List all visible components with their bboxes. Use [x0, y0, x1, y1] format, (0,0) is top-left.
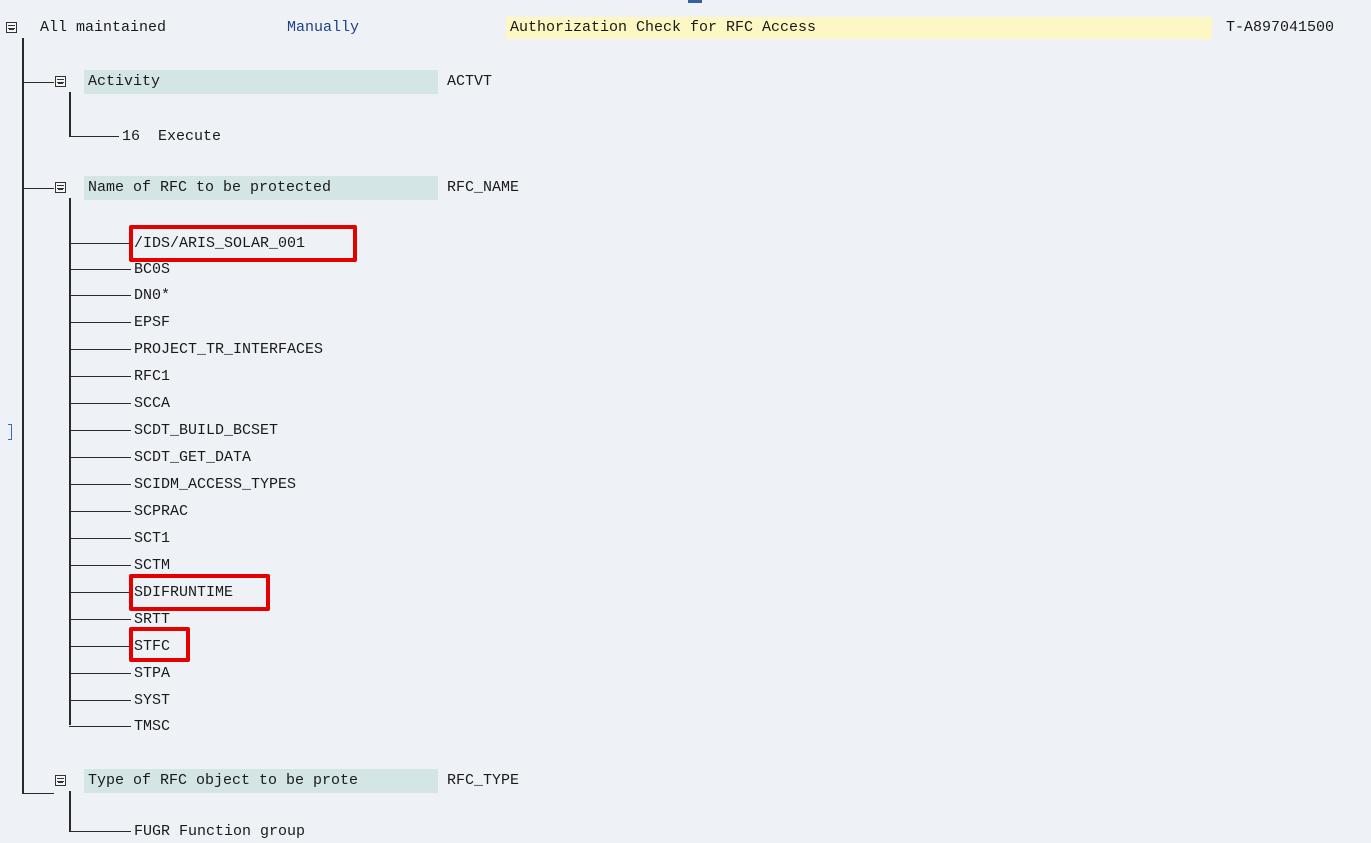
field-label-activity[interactable]: Activity [88, 72, 160, 92]
tree-branch-line [69, 136, 119, 137]
field-technical-actvt: ACTVT [447, 73, 493, 90]
list-item[interactable]: BC0S [134, 260, 170, 280]
tree-branch-line [69, 791, 71, 831]
list-item[interactable]: PROJECT_TR_INTERFACES [134, 340, 323, 360]
list-item[interactable]: SCPRAC [134, 502, 188, 522]
highlight-box-sdifruntime [129, 574, 270, 611]
tree-branch-line [69, 673, 131, 674]
collapse-toggle-icon[interactable] [55, 182, 66, 193]
list-item[interactable]: SYST [134, 691, 170, 711]
tree-branch-line [69, 619, 131, 620]
list-item[interactable]: EPSF [134, 313, 170, 333]
highlight-box-stfc [129, 627, 190, 662]
rfc-type-value[interactable]: FUGR Function group [134, 822, 305, 842]
side-bracket-marker [8, 424, 12, 440]
activity-value[interactable]: 16 Execute [122, 127, 221, 147]
collapse-toggle-icon[interactable] [55, 775, 66, 786]
tree-branch-line [69, 646, 131, 647]
tree-branch-line [69, 349, 131, 350]
list-item[interactable]: STPA [134, 664, 170, 684]
authorization-object-id: T-A897041500 [1226, 19, 1335, 36]
tree-branch-line [69, 243, 131, 244]
header-scroll-marker [688, 0, 702, 3]
tree-branch-line [22, 793, 54, 794]
tree-branch-line [69, 484, 131, 485]
tree-branch-line [69, 376, 131, 377]
tree-branch-line [69, 457, 131, 458]
list-item[interactable]: SCTM [134, 556, 170, 576]
list-item[interactable]: DN0* [134, 286, 170, 306]
tree-branch-line [22, 188, 54, 189]
field-technical-rfc-name: RFC_NAME [447, 179, 520, 196]
tree-branch-line [69, 92, 71, 136]
tree-branch-line [69, 565, 131, 566]
tree-branch-line [69, 511, 131, 512]
tree-branch-line [22, 82, 54, 83]
tree-branch-line [69, 403, 131, 404]
maintenance-status: All maintained [40, 19, 167, 36]
field-label-rfc-type[interactable]: Type of RFC object to be prote [88, 771, 358, 791]
tree-branch-line [69, 322, 131, 323]
tree-trunk-line [22, 38, 24, 794]
tree-branch-line [69, 726, 131, 727]
tree-branch-line [69, 295, 131, 296]
maintenance-mode: Manually [287, 19, 360, 36]
list-item[interactable]: SCDT_BUILD_BCSET [134, 421, 278, 441]
tree-branch-line [69, 269, 131, 270]
field-label-rfc-name[interactable]: Name of RFC to be protected [88, 178, 331, 198]
field-technical-rfc-type: RFC_TYPE [447, 772, 520, 789]
tree-branch-line [69, 430, 131, 431]
highlight-box-aris-solar [129, 225, 357, 262]
collapse-toggle-icon[interactable] [6, 22, 17, 33]
tree-branch-line [69, 592, 131, 593]
tree-branch-line [69, 538, 131, 539]
tree-branch-line [69, 831, 131, 832]
list-item[interactable]: RFC1 [134, 367, 170, 387]
authorization-object-title: Authorization Check for RFC Access [510, 19, 817, 36]
list-item[interactable]: SCDT_GET_DATA [134, 448, 251, 468]
list-item[interactable]: SCCA [134, 394, 170, 414]
list-item[interactable]: TMSC [134, 717, 170, 737]
list-item[interactable]: SCT1 [134, 529, 170, 549]
tree-branch-line [69, 700, 131, 701]
list-item[interactable]: SCIDM_ACCESS_TYPES [134, 475, 296, 495]
collapse-toggle-icon[interactable] [55, 76, 66, 87]
